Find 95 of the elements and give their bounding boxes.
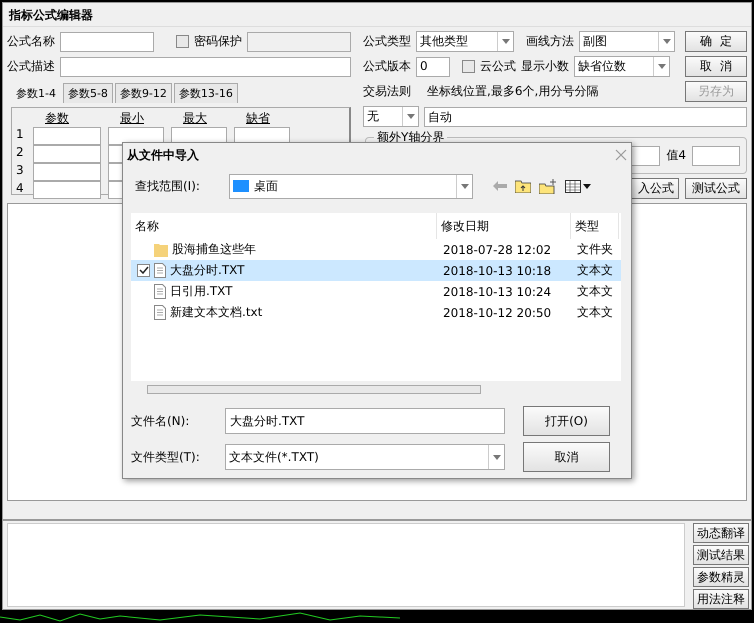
open-button[interactable]: 打开(O) — [523, 406, 610, 436]
file-row[interactable]: 日引用.TXT 2018-10-13 10:24 文本文 — [131, 281, 621, 302]
file-date: 2018-07-28 12:02 — [442, 242, 552, 256]
file-type: 文本文 — [576, 283, 614, 300]
column-header: 参数 — [44, 110, 70, 127]
checkbox[interactable] — [462, 60, 475, 73]
dropdown-icon — [492, 454, 500, 460]
view-menu-icon[interactable] — [565, 180, 591, 192]
file-name: 股海捕鱼这些年 — [172, 241, 256, 258]
file-name: 日引用.TXT — [170, 283, 232, 300]
checkbox-label: 密码保护 — [194, 33, 242, 50]
file-date: 2018-10-13 10:18 — [442, 264, 552, 278]
param-input[interactable] — [33, 163, 101, 181]
checkbox[interactable] — [176, 35, 189, 48]
row-number: 1 — [16, 127, 25, 143]
field-label: 文件类型(T): — [131, 448, 201, 466]
draw-select[interactable]: 副图 — [579, 31, 675, 52]
field-label: 画线方法 — [526, 33, 574, 50]
field-label: 交易法则 — [363, 83, 411, 100]
filetype-select[interactable]: 文本文件(*.TXT) — [225, 444, 505, 470]
checkbox-label: 云公式 — [480, 58, 516, 75]
param-input[interactable] — [33, 127, 101, 145]
file-row[interactable]: 新建文本文档.txt 2018-10-12 20:50 文本文 — [131, 302, 621, 323]
column-header[interactable]: 类型 — [571, 213, 619, 239]
file-date: 2018-10-12 20:50 — [442, 306, 552, 320]
description-field[interactable] — [60, 56, 351, 76]
column-header: 缺省 — [245, 110, 271, 127]
row-number: 2 — [16, 145, 25, 161]
document-icon — [154, 305, 166, 320]
cancel-button[interactable]: 取消 — [523, 442, 610, 472]
field-label: 公式描述 — [7, 58, 55, 75]
filename-field[interactable]: 大盘分时.TXT — [225, 408, 505, 434]
param-input[interactable] — [33, 181, 101, 199]
desktop-icon — [233, 180, 249, 192]
rule-select[interactable]: 无 — [363, 106, 419, 127]
value-field[interactable] — [692, 146, 740, 166]
field-label: 文件名(N): — [131, 412, 190, 430]
column-header[interactable]: 修改日期 — [437, 213, 571, 239]
file-name: 大盘分时.TXT — [170, 262, 244, 279]
side-button[interactable]: 测试结果 — [693, 545, 749, 565]
param-input[interactable] — [33, 145, 101, 163]
checkbox[interactable] — [137, 264, 150, 277]
back-arrow-icon[interactable] — [493, 181, 507, 191]
document-icon — [154, 263, 166, 278]
location-value: 桌面 — [254, 178, 278, 194]
side-button[interactable]: 动态翻译 — [693, 523, 749, 543]
param-input[interactable] — [108, 163, 122, 181]
close-icon[interactable] — [615, 149, 627, 161]
dropdown-icon — [662, 39, 670, 44]
test-button[interactable]: 测试公式 — [685, 178, 747, 199]
param-tab[interactable]: 参数9-12 — [114, 83, 172, 103]
cancel-button[interactable]: 取 消 — [685, 56, 747, 77]
file-date: 2018-10-13 10:24 — [442, 284, 552, 298]
scrollbar[interactable] — [147, 385, 481, 394]
field-label: 查找范围(I): — [135, 178, 201, 194]
column-header: 最小 — [119, 110, 145, 127]
type-select[interactable]: 其他类型 — [416, 31, 514, 52]
field-label: 公式类型 — [363, 33, 411, 50]
file-type: 文件夹 — [576, 241, 614, 258]
side-button[interactable]: 参数精灵 — [693, 567, 749, 587]
dropdown-icon — [406, 114, 414, 119]
file-type: 文本文 — [576, 262, 614, 279]
field-label: 公式名称 — [7, 33, 55, 50]
folder-up-icon[interactable] — [515, 180, 531, 192]
field-label: 坐标线位置,最多6个,用分号分隔 — [427, 83, 598, 100]
folder-icon — [154, 242, 168, 257]
dropdown-icon — [502, 39, 510, 44]
check-icon — [138, 266, 148, 275]
field-label: 显示小数 — [521, 58, 569, 75]
field-label: 值4 — [666, 147, 686, 164]
new-folder-icon[interactable] — [539, 178, 557, 194]
dropdown-icon — [460, 184, 468, 188]
dropdown-icon — [658, 64, 666, 69]
version-field[interactable]: 0 — [416, 56, 450, 76]
field-label: 公式版本 — [363, 58, 411, 75]
column-header[interactable]: 名称 — [131, 213, 437, 239]
row-number: 4 — [16, 181, 25, 197]
param-tab[interactable]: 参数13-16 — [174, 83, 238, 103]
param-input[interactable] — [108, 181, 122, 199]
file-name: 新建文本文档.txt — [170, 304, 262, 321]
file-row[interactable]: 股海捕鱼这些年 2018-07-28 12:02 文件夹 — [131, 239, 621, 260]
file-type: 文本文 — [576, 304, 614, 321]
ok-button[interactable]: 确 定 — [685, 31, 747, 52]
decimals-select[interactable]: 缺省位数 — [574, 56, 670, 77]
file-row[interactable]: 大盘分时.TXT 2018-10-13 10:18 文本文 — [131, 260, 621, 281]
column-header: 最大 — [182, 110, 208, 127]
name-field[interactable] — [60, 32, 154, 52]
side-button[interactable]: 用法注释 — [693, 589, 749, 609]
param-tab[interactable]: 参数5-8 — [62, 83, 113, 103]
param-input[interactable] — [108, 145, 122, 163]
dialog-title: 从文件中导入 — [127, 146, 199, 164]
location-select[interactable]: 桌面 — [229, 174, 473, 198]
axis-field[interactable]: 自动 — [424, 106, 747, 126]
document-icon — [154, 284, 166, 299]
row-number: 3 — [16, 163, 25, 179]
